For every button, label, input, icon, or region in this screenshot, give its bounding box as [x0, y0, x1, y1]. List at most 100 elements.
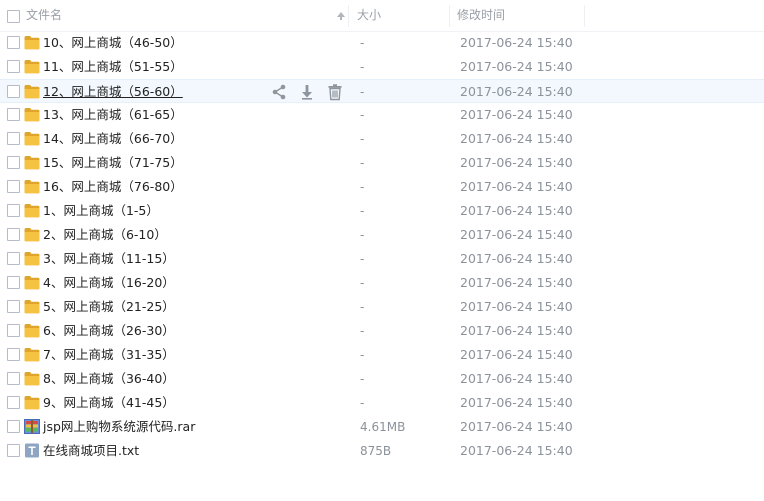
column-header-modified[interactable]: 修改时间 — [457, 0, 505, 31]
file-size: 4.61MB — [360, 420, 406, 434]
file-row[interactable]: 2、网上商城（6-10） - 2017-06-24 15:40 — [0, 223, 764, 247]
column-header-size[interactable]: 大小 — [357, 0, 381, 31]
folder-icon — [24, 324, 40, 338]
row-checkbox[interactable] — [7, 228, 20, 241]
file-name-link[interactable]: 3、网上商城（11-15） — [43, 247, 175, 271]
file-row[interactable]: 14、网上商城（66-70） - 2017-06-24 15:40 — [0, 127, 764, 151]
row-checkbox[interactable] — [7, 300, 20, 313]
file-name-link[interactable]: 14、网上商城（66-70） — [43, 127, 183, 151]
file-row[interactable]: 7、网上商城（31-35） - 2017-06-24 15:40 — [0, 343, 764, 367]
column-separator[interactable] — [348, 5, 349, 27]
file-row[interactable]: 4、网上商城（16-20） - 2017-06-24 15:40 — [0, 271, 764, 295]
file-modified-date: 2017-06-24 15:40 — [460, 347, 573, 362]
file-row[interactable]: 15、网上商城（71-75） - 2017-06-24 15:40 — [0, 151, 764, 175]
folder-icon — [24, 108, 40, 122]
file-name-link[interactable]: 7、网上商城（31-35） — [43, 343, 175, 367]
file-name-link[interactable]: 10、网上商城（46-50） — [43, 31, 183, 55]
delete-icon[interactable] — [326, 83, 344, 101]
row-checkbox[interactable] — [7, 252, 20, 265]
download-icon[interactable] — [298, 83, 316, 101]
file-name-link[interactable]: 1、网上商城（1-5） — [43, 199, 159, 223]
file-modified-date: 2017-06-24 15:40 — [460, 251, 573, 266]
row-checkbox[interactable] — [7, 132, 20, 145]
folder-icon — [24, 348, 40, 362]
column-header-name[interactable]: 文件名 — [26, 0, 62, 31]
file-name-link[interactable]: 15、网上商城（71-75） — [43, 151, 183, 175]
row-checkbox[interactable] — [7, 156, 20, 169]
file-modified-date: 2017-06-24 15:40 — [460, 155, 573, 170]
file-size: - — [360, 300, 365, 314]
file-name-link[interactable]: 5、网上商城（21-25） — [43, 295, 175, 319]
folder-icon — [24, 228, 40, 242]
file-name-link[interactable]: 在线商城项目.txt — [43, 439, 139, 463]
row-checkbox[interactable] — [7, 420, 20, 433]
row-checkbox[interactable] — [7, 36, 20, 49]
folder-icon — [24, 276, 40, 290]
row-checkbox[interactable] — [7, 60, 20, 73]
file-row[interactable]: 13、网上商城（61-65） - 2017-06-24 15:40 — [0, 103, 764, 127]
file-name-link[interactable]: 2、网上商城（6-10） — [43, 223, 167, 247]
file-name-link[interactable]: jsp网上购物系统源代码.rar — [43, 415, 195, 439]
file-modified-date: 2017-06-24 15:40 — [460, 59, 573, 74]
file-name-link[interactable]: 11、网上商城（51-55） — [43, 55, 183, 79]
file-row[interactable]: 3、网上商城（11-15） - 2017-06-24 15:40 — [0, 247, 764, 271]
file-size: - — [360, 85, 365, 99]
file-name-link[interactable]: 8、网上商城（36-40） — [43, 367, 175, 391]
file-size: - — [360, 60, 365, 74]
row-checkbox[interactable] — [7, 85, 20, 98]
file-name-link[interactable]: 9、网上商城（41-45） — [43, 391, 175, 415]
file-size: - — [360, 228, 365, 242]
row-checkbox[interactable] — [7, 108, 20, 121]
folder-icon — [24, 300, 40, 314]
file-row[interactable]: 1、网上商城（1-5） - 2017-06-24 15:40 — [0, 199, 764, 223]
folder-icon — [24, 372, 40, 386]
row-checkbox[interactable] — [7, 276, 20, 289]
file-modified-date: 2017-06-24 15:40 — [460, 227, 573, 242]
row-checkbox[interactable] — [7, 348, 20, 361]
file-name-link[interactable]: 16、网上商城（76-80） — [43, 175, 183, 199]
folder-icon — [24, 252, 40, 266]
row-checkbox[interactable] — [7, 180, 20, 193]
rar-archive-icon — [24, 419, 40, 434]
folder-icon — [24, 180, 40, 194]
file-modified-date: 2017-06-24 15:40 — [460, 107, 573, 122]
file-row[interactable]: 5、网上商城（21-25） - 2017-06-24 15:40 — [0, 295, 764, 319]
file-row[interactable]: 16、网上商城（76-80） - 2017-06-24 15:40 — [0, 175, 764, 199]
sort-arrow-up-icon[interactable] — [337, 12, 345, 20]
row-checkbox[interactable] — [7, 396, 20, 409]
file-size: - — [360, 396, 365, 410]
row-checkbox[interactable] — [7, 372, 20, 385]
file-name-link[interactable]: 6、网上商城（26-30） — [43, 319, 175, 343]
column-separator[interactable] — [449, 5, 450, 27]
file-size: - — [360, 180, 365, 194]
file-list-header: 文件名 大小 修改时间 — [0, 0, 764, 32]
file-row[interactable]: 在线商城项目.txt 875B 2017-06-24 15:40 — [0, 439, 764, 463]
file-modified-date: 2017-06-24 15:40 — [460, 299, 573, 314]
file-row[interactable]: 6、网上商城（26-30） - 2017-06-24 15:40 — [0, 319, 764, 343]
file-name-link[interactable]: 12、网上商城（56-60） — [43, 80, 183, 104]
select-all-checkbox[interactable] — [7, 10, 20, 23]
file-row[interactable]: 9、网上商城（41-45） - 2017-06-24 15:40 — [0, 391, 764, 415]
file-name-link[interactable]: 13、网上商城（61-65） — [43, 103, 183, 127]
file-row[interactable]: jsp网上购物系统源代码.rar 4.61MB 2017-06-24 15:40 — [0, 415, 764, 439]
file-row[interactable]: 11、网上商城（51-55） - 2017-06-24 15:40 — [0, 55, 764, 79]
column-separator[interactable] — [584, 5, 585, 27]
file-name-link[interactable]: 4、网上商城（16-20） — [43, 271, 175, 295]
row-checkbox[interactable] — [7, 444, 20, 457]
file-modified-date: 2017-06-24 15:40 — [460, 179, 573, 194]
share-icon[interactable] — [270, 83, 288, 101]
file-size: - — [360, 156, 365, 170]
file-row[interactable]: 12、网上商城（56-60） - 2017-06-24 15:40 — [0, 79, 764, 103]
file-row[interactable]: 10、网上商城（46-50） - 2017-06-24 15:40 — [0, 31, 764, 55]
file-row[interactable]: 8、网上商城（36-40） - 2017-06-24 15:40 — [0, 367, 764, 391]
row-checkbox[interactable] — [7, 204, 20, 217]
file-size: - — [360, 276, 365, 290]
row-checkbox[interactable] — [7, 324, 20, 337]
folder-icon — [24, 156, 40, 170]
file-modified-date: 2017-06-24 15:40 — [460, 371, 573, 386]
text-file-icon — [25, 443, 39, 458]
file-modified-date: 2017-06-24 15:40 — [460, 84, 573, 99]
file-modified-date: 2017-06-24 15:40 — [460, 419, 573, 434]
file-size: 875B — [360, 444, 392, 458]
file-modified-date: 2017-06-24 15:40 — [460, 323, 573, 338]
